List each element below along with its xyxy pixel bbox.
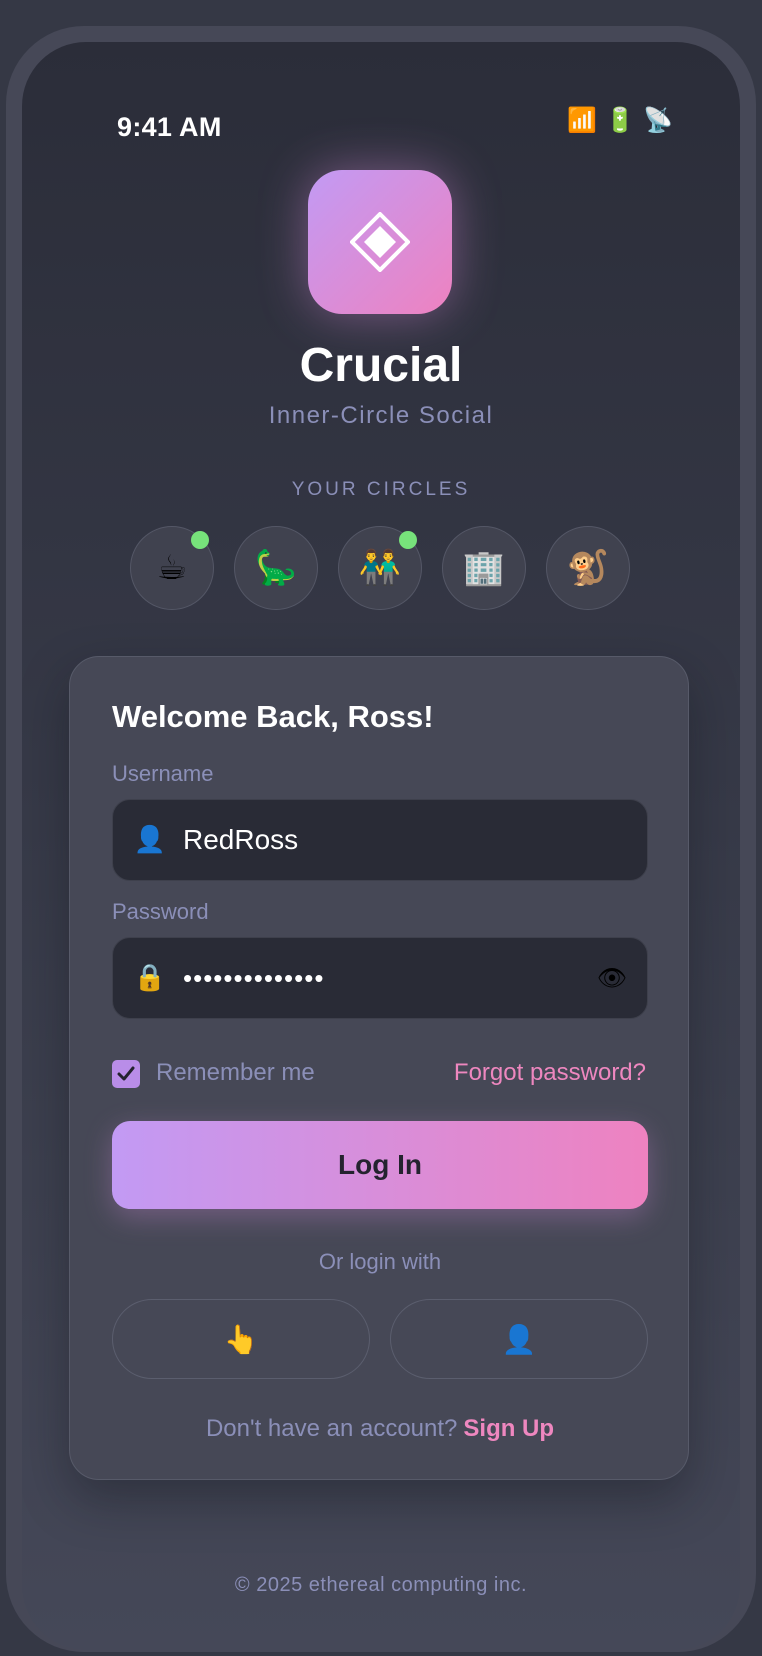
- circles-row: ☕ 🦕 👬 🏢 🐒: [130, 526, 630, 610]
- password-label: Password: [112, 899, 209, 924]
- online-indicator: [191, 531, 209, 549]
- password-field[interactable]: 🔒 •••••••••••••• 👁: [112, 937, 648, 1019]
- username-field[interactable]: 👤 RedRoss: [112, 799, 648, 881]
- signal-icon: 📶: [567, 106, 597, 134]
- circle-monkey[interactable]: 🐒: [546, 526, 630, 610]
- signup-link[interactable]: Sign Up: [463, 1415, 554, 1442]
- lock-icon: 🔒: [133, 963, 167, 993]
- user-silhouette-icon: 👤: [501, 1322, 537, 1356]
- app-name: Crucial: [299, 339, 463, 392]
- monkey-icon: 🐒: [566, 548, 610, 588]
- circles-heading: YOUR CIRCLES: [291, 479, 471, 500]
- checkmark-icon: [117, 1066, 135, 1081]
- remember-me-label[interactable]: Remember me: [156, 1059, 315, 1087]
- diamond-icon: [350, 212, 410, 272]
- password-value[interactable]: ••••••••••••••: [183, 963, 595, 994]
- remember-me-checkbox[interactable]: [112, 1060, 140, 1088]
- signup-prompt: Don't have an account?: [205, 1415, 458, 1442]
- online-indicator: [399, 531, 417, 549]
- login-card: Welcome Back, Ross! Username 👤 RedRoss P…: [69, 656, 689, 1480]
- show-password-eye-icon[interactable]: 👁: [595, 964, 629, 992]
- face-login-button[interactable]: 👤: [390, 1299, 648, 1379]
- office-building-icon: 🏢: [462, 548, 506, 588]
- satellite-icon: 📡: [643, 106, 673, 134]
- status-time: 9:41 AM: [117, 112, 222, 142]
- coffee-icon: ☕: [156, 548, 188, 588]
- app-tagline: Inner-Circle Social: [268, 402, 494, 429]
- circle-people[interactable]: 👬: [338, 526, 422, 610]
- battery-icon: 🔋: [605, 106, 635, 134]
- login-button[interactable]: Log In: [112, 1121, 648, 1209]
- alt-login-divider: Or login with: [318, 1249, 442, 1274]
- username-value[interactable]: RedRoss: [183, 824, 647, 856]
- circle-coffee[interactable]: ☕: [130, 526, 214, 610]
- user-icon: 👤: [133, 825, 167, 855]
- pointing-finger-icon: 👆: [223, 1322, 259, 1356]
- dinosaur-icon: 🦕: [254, 548, 298, 588]
- forgot-password-link[interactable]: Forgot password?: [454, 1059, 646, 1087]
- people-icon: 👬: [358, 548, 402, 588]
- welcome-heading: Welcome Back, Ross!: [112, 699, 434, 734]
- app-logo: [308, 170, 452, 314]
- fingerprint-login-button[interactable]: 👆: [112, 1299, 370, 1379]
- footer-copyright: © 2025 ethereal computing inc.: [234, 1574, 528, 1596]
- status-icons: 📶 🔋 📡: [566, 106, 674, 134]
- circle-dinosaur[interactable]: 🦕: [234, 526, 318, 610]
- signup-row: Don't have an account? Sign Up: [70, 1415, 690, 1443]
- username-label: Username: [112, 761, 214, 786]
- circle-office[interactable]: 🏢: [442, 526, 526, 610]
- login-screen: 9:41 AM 📶 🔋 📡 Crucial Inner-Circle Socia…: [22, 42, 740, 1650]
